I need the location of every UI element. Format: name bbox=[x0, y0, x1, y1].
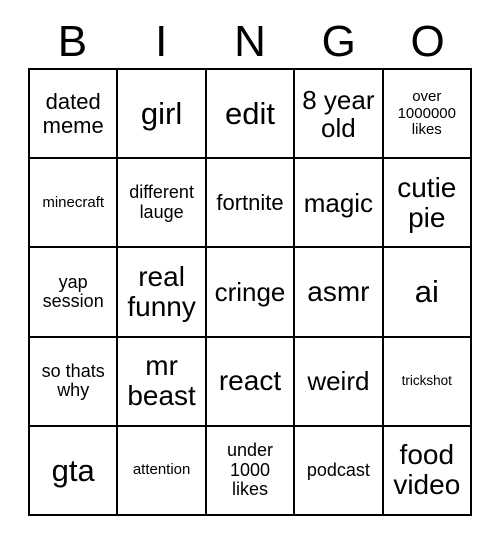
bingo-cell-label: dated meme bbox=[42, 88, 104, 138]
bingo-cell-label: attention bbox=[132, 461, 191, 479]
bingo-card: B I N G O dated meme girl edit 8 year ol… bbox=[0, 0, 500, 544]
bingo-cell-b1[interactable]: dated meme bbox=[30, 70, 119, 160]
bingo-cell-label: yap session bbox=[42, 271, 104, 311]
bingo-header-letter-b: B bbox=[57, 17, 88, 66]
bingo-cell-label: different lauge bbox=[129, 182, 194, 222]
bingo-header-letter-o: O bbox=[410, 17, 445, 66]
bingo-cell-label: cringe bbox=[214, 276, 286, 307]
bingo-cell-b5[interactable]: gta bbox=[30, 426, 119, 516]
bingo-grid: dated meme girl edit 8 year old over 100… bbox=[28, 68, 472, 516]
bingo-cell-n5[interactable]: under 1000 likes bbox=[206, 426, 296, 516]
bingo-header-letter-i: I bbox=[155, 17, 168, 66]
bingo-cell-label: podcast bbox=[306, 459, 370, 480]
bingo-cell-label: real funny bbox=[127, 260, 196, 322]
bingo-header-row: B I N G O bbox=[28, 16, 472, 68]
bingo-cell-n2[interactable]: fortnite bbox=[206, 159, 296, 249]
bingo-cell-i2[interactable]: different lauge bbox=[118, 159, 207, 249]
bingo-cell-label: ai bbox=[414, 274, 439, 310]
bingo-cell-b2[interactable]: minecraft bbox=[30, 159, 119, 249]
bingo-cell-label: trickshot bbox=[401, 372, 452, 388]
bingo-cell-label: react bbox=[218, 365, 282, 397]
bingo-cell-g1[interactable]: 8 year old bbox=[295, 70, 384, 160]
bingo-header-letter-n: N bbox=[234, 17, 266, 66]
bingo-cell-label: so thats why bbox=[41, 360, 105, 401]
bingo-cell-g2[interactable]: magic bbox=[295, 159, 384, 249]
bingo-cell-b4[interactable]: so thats why bbox=[30, 337, 119, 427]
bingo-cell-b3[interactable]: yap session bbox=[30, 248, 119, 338]
bingo-cell-n1[interactable]: edit bbox=[206, 70, 296, 160]
bingo-cell-label: gta bbox=[51, 452, 95, 488]
bingo-header-letter-g: G bbox=[321, 17, 356, 66]
bingo-cell-n3[interactable]: cringe bbox=[206, 248, 296, 338]
bingo-cell-g5[interactable]: podcast bbox=[295, 426, 384, 516]
bingo-cell-n4[interactable]: react bbox=[206, 337, 296, 427]
bingo-cell-label: minecraft bbox=[42, 193, 105, 211]
bingo-cell-i4[interactable]: mr beast bbox=[118, 337, 207, 427]
bingo-cell-i1[interactable]: girl bbox=[118, 70, 207, 160]
bingo-cell-o5[interactable]: food video bbox=[383, 426, 472, 516]
bingo-cell-i5[interactable]: attention bbox=[118, 426, 207, 516]
bingo-cell-g4[interactable]: weird bbox=[295, 337, 384, 427]
bingo-cell-label: edit bbox=[225, 95, 275, 131]
bingo-cell-label: cutie pie bbox=[397, 171, 457, 233]
bingo-cell-label: girl bbox=[140, 95, 183, 131]
bingo-cell-g3[interactable]: asmr bbox=[295, 248, 384, 338]
bingo-cell-label: food video bbox=[393, 439, 461, 501]
bingo-cell-label: over 1000000 likes bbox=[397, 88, 456, 138]
bingo-cell-o4[interactable]: trickshot bbox=[383, 337, 472, 427]
bingo-cell-label: 8 year old bbox=[302, 84, 375, 143]
bingo-cell-label: asmr bbox=[307, 275, 370, 307]
bingo-cell-label: magic bbox=[303, 187, 374, 218]
bingo-cell-label: mr beast bbox=[127, 349, 196, 412]
bingo-cell-label: under 1000 likes bbox=[226, 440, 274, 500]
bingo-cell-o2[interactable]: cutie pie bbox=[383, 159, 472, 249]
bingo-cell-o1[interactable]: over 1000000 likes bbox=[383, 70, 472, 160]
bingo-cell-label: weird bbox=[307, 366, 370, 397]
bingo-cell-o3[interactable]: ai bbox=[383, 248, 472, 338]
bingo-cell-label: fortnite bbox=[216, 189, 284, 215]
bingo-cell-i3[interactable]: real funny bbox=[118, 248, 207, 338]
